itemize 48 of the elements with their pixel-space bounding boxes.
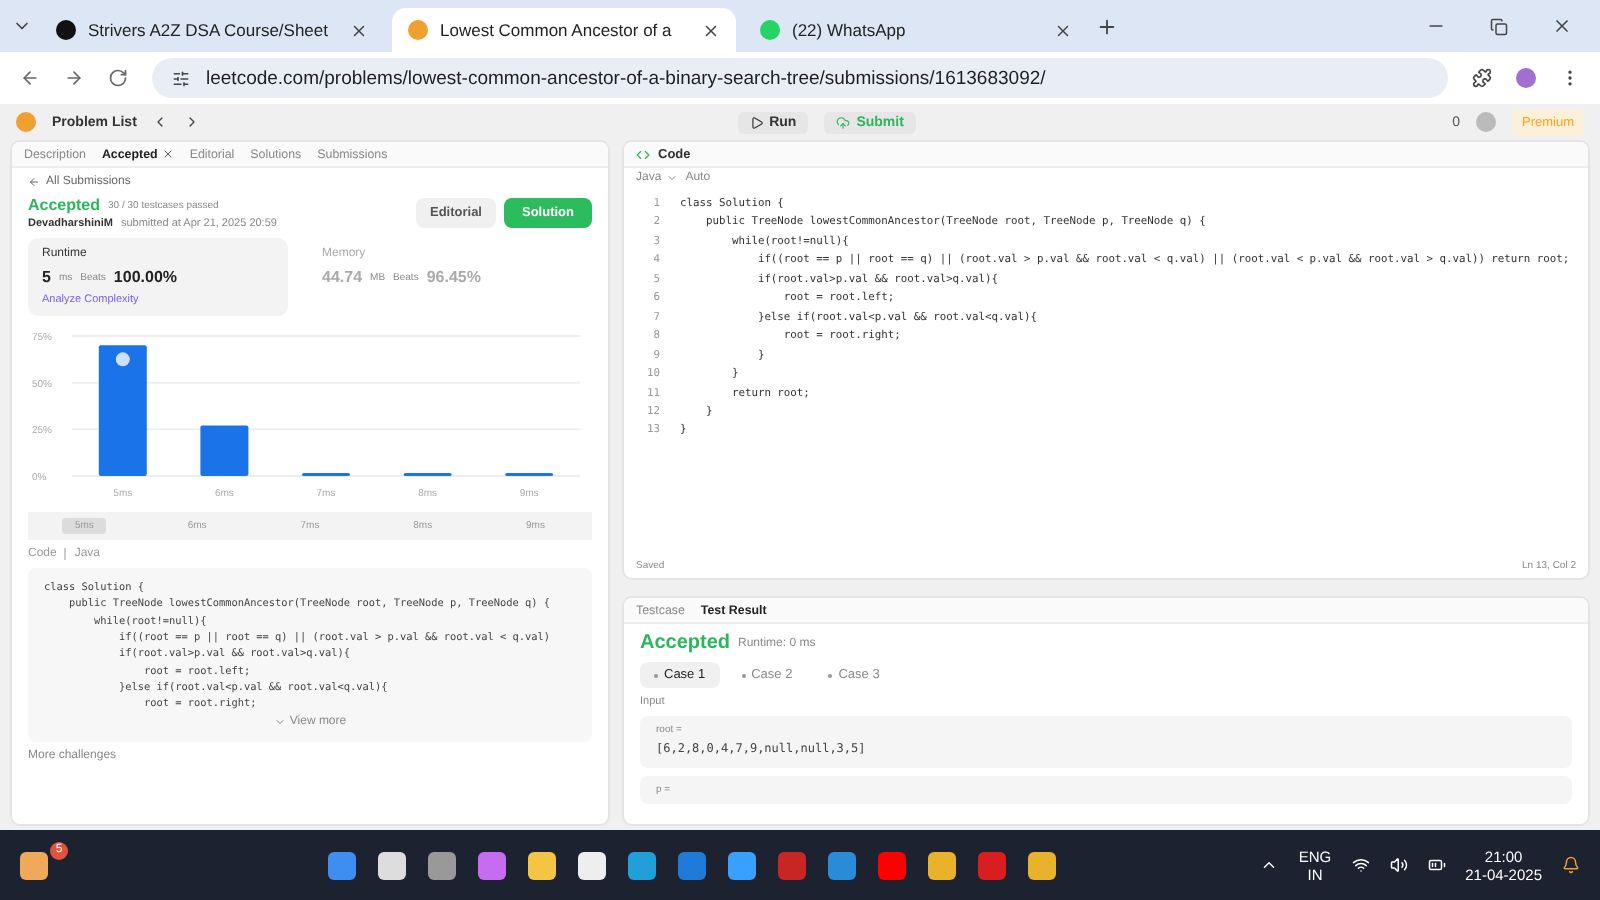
tray-chevron-icon[interactable] xyxy=(1260,856,1279,874)
chart-bar xyxy=(200,425,249,476)
site-icon xyxy=(56,20,76,40)
battery-icon[interactable] xyxy=(1427,856,1446,874)
cloud-upload-icon xyxy=(836,115,851,129)
play-icon xyxy=(749,115,764,129)
extensions-icon[interactable] xyxy=(1472,68,1492,88)
taskbar-app-icon[interactable] xyxy=(928,851,956,879)
browser-tab[interactable]: Lowest Common Ancestor of a xyxy=(392,8,736,52)
taskbar-app-icon[interactable] xyxy=(428,851,456,879)
logo-icon xyxy=(16,112,36,132)
taskbar-app-icon[interactable] xyxy=(1028,851,1056,879)
weather-icon[interactable] xyxy=(20,851,48,879)
taskbar-app-icon[interactable] xyxy=(378,851,406,879)
close-icon[interactable] xyxy=(161,148,174,160)
notification-bell-icon[interactable] xyxy=(1562,856,1580,874)
close-icon[interactable] xyxy=(1054,21,1072,39)
browser-tab[interactable]: Strivers A2Z DSA Course/Sheet xyxy=(40,8,384,52)
beats-value: 100.00% xyxy=(113,268,178,286)
wifi-icon[interactable] xyxy=(1351,856,1370,874)
profile-avatar[interactable] xyxy=(1516,68,1536,88)
site-settings-icon[interactable] xyxy=(172,69,190,87)
beats-value: 96.45% xyxy=(426,268,481,286)
code-icon xyxy=(636,147,650,161)
back-icon[interactable] xyxy=(20,68,40,88)
chevron-down-icon xyxy=(273,715,286,727)
avatar-icon xyxy=(115,352,130,367)
arrow-left-icon xyxy=(28,176,40,188)
close-icon[interactable] xyxy=(350,21,368,39)
reload-icon[interactable] xyxy=(108,68,128,88)
site-icon xyxy=(760,20,780,40)
new-tab-icon[interactable] xyxy=(1096,15,1118,37)
volume-icon[interactable] xyxy=(1389,856,1408,874)
result-status: Accepted xyxy=(640,632,731,654)
stat-value: 5 xyxy=(42,268,51,286)
chevron-down-icon xyxy=(665,172,678,184)
taskbar-app-icon[interactable] xyxy=(728,851,756,879)
forward-icon[interactable] xyxy=(64,68,84,88)
close-icon[interactable] xyxy=(1552,16,1572,36)
browser-tab[interactable]: (22) WhatsApp xyxy=(744,8,1088,52)
stat-value: 44.74 xyxy=(322,268,363,286)
close-icon[interactable] xyxy=(702,21,720,39)
taskbar-app-icon[interactable] xyxy=(528,851,556,879)
site-icon xyxy=(408,20,428,40)
restore-icon[interactable] xyxy=(1490,17,1508,35)
status-text: Accepted xyxy=(28,196,101,214)
chart-bar xyxy=(98,345,147,476)
taskbar-app-icon[interactable] xyxy=(578,851,606,879)
